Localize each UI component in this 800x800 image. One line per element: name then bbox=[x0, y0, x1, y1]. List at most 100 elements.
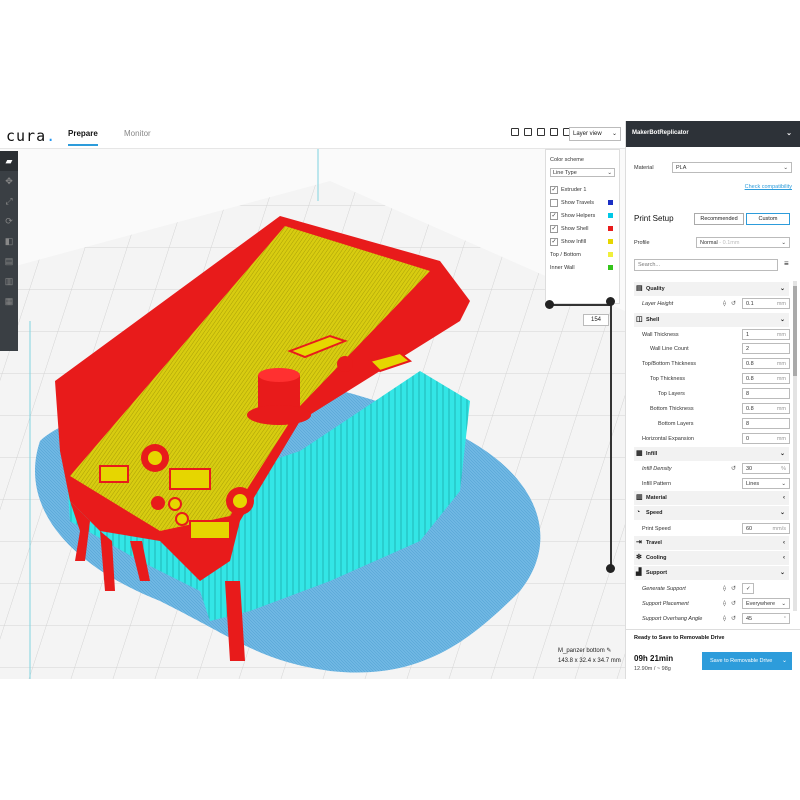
infill-density-input[interactable]: 30% bbox=[742, 463, 790, 474]
chevron-down-icon: ⌄ bbox=[781, 658, 787, 664]
checkbox[interactable]: ✓ bbox=[550, 237, 558, 246]
reset-icon[interactable]: ↺ bbox=[731, 465, 736, 472]
mirror-tool-icon[interactable]: ◧ bbox=[0, 231, 18, 251]
scale-tool-icon[interactable]: ⤢ bbox=[0, 191, 18, 211]
settings-scroll-thumb[interactable] bbox=[793, 286, 797, 376]
chevron-down-icon: ⌄ bbox=[607, 170, 612, 176]
print-time: 09h 21min bbox=[634, 654, 674, 663]
legend-item[interactable]: Show Travels bbox=[550, 196, 615, 209]
reset-icon[interactable]: ↺ bbox=[731, 300, 736, 307]
top-bottom-thickness-input[interactable]: 0.8 mm bbox=[742, 358, 790, 369]
layer-number-input[interactable]: 154 bbox=[583, 314, 609, 326]
checkbox[interactable]: ✓ bbox=[550, 224, 558, 233]
profile-select[interactable]: Normal - 0.1mm ⌄ bbox=[696, 237, 790, 248]
support-overhang-input[interactable]: 45 ° bbox=[742, 613, 790, 624]
category-material[interactable]: ▥ Material ‹ bbox=[634, 491, 789, 505]
category-support[interactable]: ▟ Support ⌄ bbox=[634, 566, 789, 580]
material-select[interactable]: PLA ⌄ bbox=[672, 162, 792, 173]
legend-item[interactable]: ✓ Show Infill bbox=[550, 235, 615, 248]
bottom-layers-input[interactable]: 8 bbox=[742, 418, 790, 429]
top-view-icon[interactable] bbox=[537, 128, 545, 136]
layer-slider-top-handle[interactable] bbox=[606, 297, 615, 306]
category-shell[interactable]: ◫ Shell ⌄ bbox=[634, 313, 789, 327]
category-quality[interactable]: ▤ Quality ⌄ bbox=[634, 282, 789, 296]
legend-item[interactable]: ✓ Show Shell bbox=[550, 222, 615, 235]
color-swatch bbox=[608, 213, 613, 218]
print-speed-input[interactable]: 60 mm/s bbox=[742, 523, 790, 534]
setting-label: Top Thickness bbox=[650, 376, 686, 382]
view-mode-select[interactable]: Layer view ⌄ bbox=[569, 127, 621, 141]
tab-monitor[interactable]: Monitor bbox=[124, 129, 151, 144]
recommended-mode-button[interactable]: Recommended bbox=[694, 213, 744, 225]
front-view-icon[interactable] bbox=[524, 128, 532, 136]
settings-menu-icon[interactable]: ≡ bbox=[784, 259, 789, 268]
per-model-settings-icon[interactable]: ▤ bbox=[0, 251, 18, 271]
wall-thickness-input[interactable]: 1 mm bbox=[742, 329, 790, 340]
setting-label: Wall Thickness bbox=[642, 332, 679, 338]
reset-icon[interactable]: ↺ bbox=[731, 615, 736, 622]
chevron-left-icon: ‹ bbox=[783, 495, 785, 501]
3d-view-icon[interactable] bbox=[511, 128, 519, 136]
legend-item[interactable]: ✓ Show Helpers bbox=[550, 209, 615, 222]
chevron-down-icon: ⌄ bbox=[781, 481, 786, 487]
layer-slider-bottom-handle[interactable] bbox=[606, 564, 615, 573]
layer-height-input[interactable]: 0.1 mm bbox=[742, 298, 790, 309]
settings-search-input[interactable]: Search... bbox=[634, 259, 778, 271]
setting-layer-height-label: Layer Height bbox=[642, 301, 674, 307]
bottom-thickness-input[interactable]: 0.8 mm bbox=[742, 403, 790, 414]
reset-icon[interactable]: ↺ bbox=[731, 585, 736, 592]
horizontal-expansion-input[interactable]: 0 mm bbox=[742, 433, 790, 444]
print-settings-panel: MakerBotReplicator ⌄ Material PLA ⌄ Check … bbox=[625, 121, 800, 679]
chevron-down-icon: ⌄ bbox=[783, 165, 788, 171]
edit-icon[interactable]: ✎ bbox=[606, 648, 611, 654]
link-icon[interactable]: ⟠ bbox=[723, 615, 726, 622]
save-to-drive-button[interactable]: Save to Removable Drive ⌄ bbox=[702, 652, 792, 670]
infill-icon: ▦ bbox=[636, 450, 643, 457]
shell-icon: ◫ bbox=[636, 316, 643, 323]
wall-line-count-input[interactable]: 2 bbox=[742, 343, 790, 354]
category-travel[interactable]: ⇥ Travel ‹ bbox=[634, 536, 789, 550]
color-swatch bbox=[608, 265, 613, 270]
link-icon[interactable]: ⟠ bbox=[723, 585, 726, 592]
rotate-tool-icon[interactable]: ⟳ bbox=[0, 211, 18, 231]
setting-label: Bottom Layers bbox=[658, 421, 694, 427]
legend-item[interactable]: ✓ Extruder 1 bbox=[550, 183, 615, 196]
3d-viewport[interactable]: cura. Prepare Monitor Layer view ⌄ ▰ ✥ ⤢ … bbox=[0, 121, 625, 679]
category-cooling[interactable]: ✻ Cooling ‹ bbox=[634, 551, 789, 565]
material-amount: 12.90m / ~ 98g bbox=[634, 666, 671, 672]
support-icon: ▟ bbox=[636, 569, 642, 576]
legend-item: Inner Wall bbox=[550, 261, 615, 274]
support-blocker-icon[interactable]: ▥ bbox=[0, 271, 18, 291]
top-layers-input[interactable]: 8 bbox=[742, 388, 790, 399]
print-setup-title: Print Setup bbox=[634, 214, 674, 223]
machine-selector[interactable]: MakerBotReplicator ⌄ bbox=[626, 121, 800, 147]
category-infill[interactable]: ▦ Infill ⌄ bbox=[634, 447, 789, 461]
generate-support-checkbox[interactable]: ✓ bbox=[742, 583, 754, 594]
color-swatch bbox=[608, 252, 613, 257]
tab-prepare[interactable]: Prepare bbox=[68, 129, 98, 146]
view-orientation-group bbox=[511, 128, 571, 136]
checkbox[interactable]: ✓ bbox=[550, 211, 558, 220]
support-placement-select[interactable]: Everywhere ⌄ bbox=[742, 598, 790, 609]
chevron-left-icon: ‹ bbox=[783, 555, 785, 561]
chevron-down-icon: ⌄ bbox=[779, 451, 785, 457]
reset-icon[interactable]: ↺ bbox=[731, 600, 736, 607]
top-thickness-input[interactable]: 0.8 mm bbox=[742, 373, 790, 384]
layer-slider-left-handle[interactable] bbox=[545, 300, 554, 309]
checkbox[interactable]: ✓ bbox=[550, 185, 558, 194]
color-scheme-label: Color scheme bbox=[550, 156, 584, 163]
check-compatibility-link[interactable]: Check compatibility bbox=[745, 184, 792, 190]
left-view-icon[interactable] bbox=[550, 128, 558, 136]
link-icon[interactable]: ⟠ bbox=[723, 300, 726, 307]
model-info: M_panzer bottom ✎ 143.8 x 32.4 x 34.7 mm bbox=[558, 647, 621, 664]
infill-pattern-select[interactable]: Lines ⌄ bbox=[742, 478, 790, 489]
open-file-icon[interactable]: ▰ bbox=[0, 151, 18, 171]
move-tool-icon[interactable]: ✥ bbox=[0, 171, 18, 191]
custom-mode-button[interactable]: Custom bbox=[746, 213, 790, 225]
category-speed[interactable]: ◔ Speed ⌄ bbox=[634, 506, 789, 520]
color-swatch bbox=[608, 200, 613, 205]
color-scheme-select[interactable]: Line Type ⌄ bbox=[550, 168, 615, 177]
extra-tool-icon[interactable]: ▦ bbox=[0, 291, 18, 311]
checkbox[interactable] bbox=[550, 198, 558, 207]
link-icon[interactable]: ⟠ bbox=[723, 600, 726, 607]
